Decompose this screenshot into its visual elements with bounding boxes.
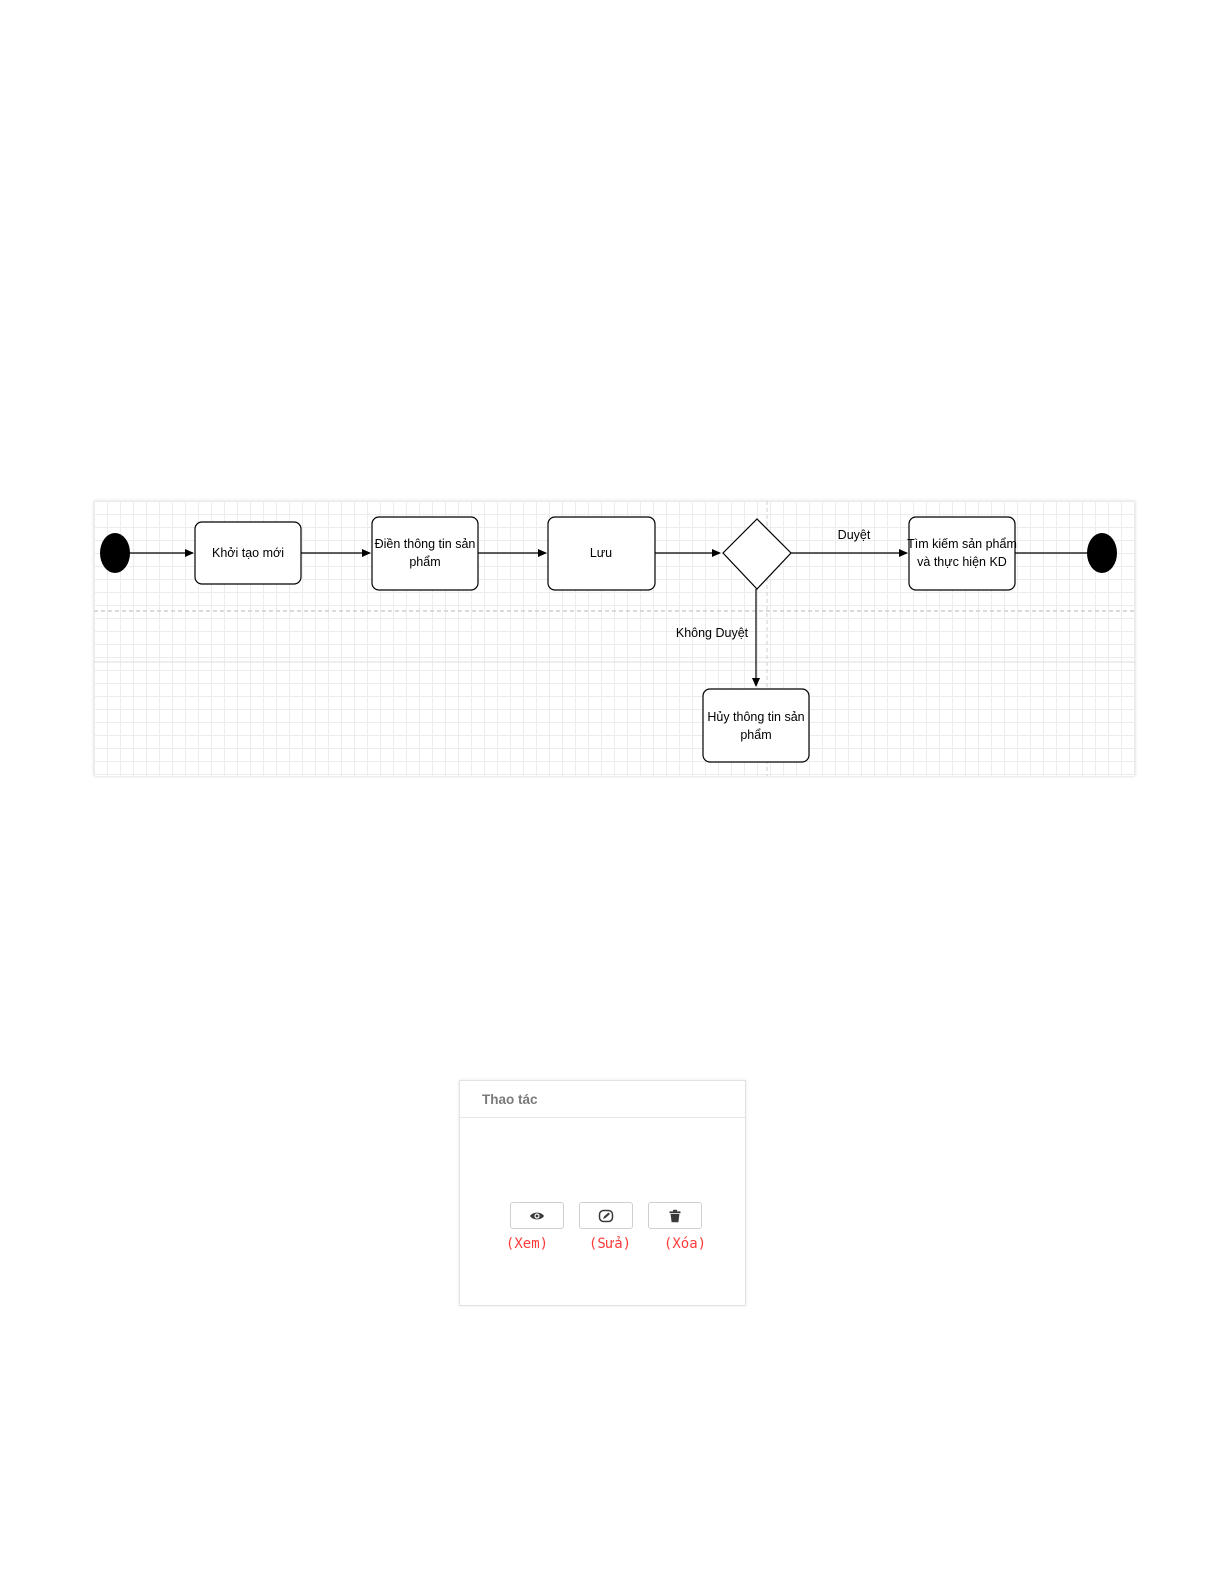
end-node: [1087, 533, 1117, 573]
pencil-icon: [598, 1209, 614, 1222]
node-save-label: Lưu: [590, 546, 612, 560]
edge-approved-label: Duyệt: [838, 528, 871, 542]
node-fill-info: Điền thông tin sản phẩm: [371, 516, 479, 591]
diagram-canvas: Khởi tạo mới Điền thông tin sản phẩm Lưu…: [94, 501, 1135, 776]
decision-node: [722, 518, 792, 590]
eye-icon: [530, 1212, 544, 1219]
view-label: (Xem): [505, 1236, 549, 1252]
node-fill-label-line1: Điền thông tin sản: [375, 537, 476, 551]
trash-icon: [669, 1209, 681, 1222]
view-button[interactable]: [510, 1202, 564, 1229]
actions-panel: Thao tác (Xem) (Sửa) (Xóa): [459, 1080, 746, 1306]
start-node: [100, 533, 130, 573]
activity-diagram: Khởi tạo mới Điền thông tin sản phẩm Lưu…: [94, 501, 1135, 776]
node-search-label-line2: và thực hiện KD: [917, 555, 1007, 569]
edit-button[interactable]: [579, 1202, 633, 1229]
node-search: Tìm kiếm sản phẩm và thực hiện KD: [907, 516, 1017, 591]
delete-button[interactable]: [648, 1202, 702, 1229]
node-create-label: Khởi tạo mới: [212, 546, 284, 560]
edge-rejected-label: Không Duyệt: [676, 626, 749, 640]
node-search-label-line1: Tìm kiếm sản phẩm: [907, 537, 1017, 551]
node-create: Khởi tạo mới: [194, 521, 302, 585]
node-fill-label-line2: phẩm: [409, 555, 440, 569]
actions-header: Thao tác: [460, 1081, 745, 1118]
node-cancel-label-line1: Hủy thông tin sản: [707, 710, 804, 724]
node-cancel: Hủy thông tin sản phẩm: [702, 688, 810, 763]
node-save: Lưu: [547, 516, 656, 591]
node-cancel-label-line2: phẩm: [740, 728, 771, 742]
edit-label: (Sửa): [588, 1236, 632, 1252]
delete-label: (Xóa): [663, 1236, 707, 1252]
